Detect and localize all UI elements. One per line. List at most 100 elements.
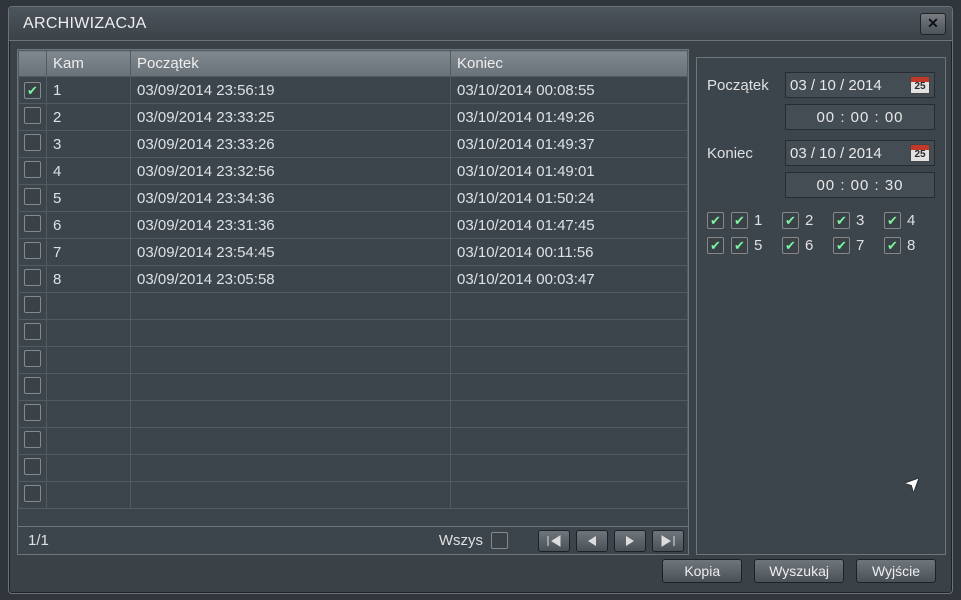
table-row[interactable]: 803/09/2014 23:05:5803/10/2014 00:03:47 (19, 266, 688, 293)
row-checkbox[interactable] (24, 269, 41, 286)
prev-page-button[interactable] (576, 530, 608, 552)
cell-kam: 6 (47, 212, 131, 239)
table-row-empty (19, 320, 688, 347)
row-checkbox[interactable] (24, 134, 41, 151)
row-checkbox[interactable] (24, 215, 41, 232)
start-date-value: 03 / 10 / 2014 (790, 77, 882, 94)
cell-start: 03/09/2014 23:31:36 (131, 212, 451, 239)
start-time-field[interactable]: 00 : 00 : 00 (785, 104, 935, 130)
channel-label: 6 (805, 237, 813, 254)
table-row-empty (19, 347, 688, 374)
channel-checkbox[interactable] (731, 237, 748, 254)
row-checkbox[interactable] (24, 485, 41, 502)
cell-end: 03/10/2014 01:49:26 (451, 104, 688, 131)
table-row[interactable]: 703/09/2014 23:54:4503/10/2014 00:11:56 (19, 239, 688, 266)
channel-label: 5 (754, 237, 762, 254)
channel-checkbox[interactable] (884, 237, 901, 254)
close-icon: ✕ (927, 15, 939, 32)
row-checkbox[interactable] (24, 404, 41, 421)
table-header-row: Kam Początek Koniec (19, 51, 688, 77)
cell-kam: 2 (47, 104, 131, 131)
select-all-label: Wszys (439, 532, 483, 549)
table-row-empty (19, 482, 688, 509)
cell-kam: 1 (47, 77, 131, 104)
window-body: Kam Początek Koniec 103/09/2014 23:56:19… (9, 41, 952, 593)
row-checkbox[interactable] (24, 161, 41, 178)
select-all-checkbox[interactable] (491, 532, 508, 549)
titlebar: ARCHIWIZACJA ✕ (9, 7, 952, 41)
table-footer: 1/1 Wszys (18, 526, 688, 554)
cell-end: 03/10/2014 00:08:55 (451, 77, 688, 104)
page-indicator: 1/1 (22, 532, 49, 549)
exit-button[interactable]: Wyjście (856, 559, 936, 583)
first-page-button[interactable] (538, 530, 570, 552)
channel-checkbox[interactable] (782, 237, 799, 254)
copy-button[interactable]: Kopia (662, 559, 742, 583)
channel-cell: 1 (731, 212, 782, 229)
table-row-empty (19, 293, 688, 320)
cell-start: 03/09/2014 23:32:56 (131, 158, 451, 185)
cell-kam: 5 (47, 185, 131, 212)
channel-label: 4 (907, 212, 915, 229)
row-checkbox[interactable] (24, 296, 41, 313)
row-checkbox[interactable] (24, 82, 41, 99)
row-checkbox[interactable] (24, 188, 41, 205)
table-row[interactable]: 603/09/2014 23:31:3603/10/2014 01:47:45 (19, 212, 688, 239)
table-row[interactable]: 303/09/2014 23:33:2603/10/2014 01:49:37 (19, 131, 688, 158)
table-row-empty (19, 374, 688, 401)
row-checkbox[interactable] (24, 431, 41, 448)
row-checkbox[interactable] (24, 242, 41, 259)
end-label: Koniec (707, 145, 785, 162)
channel-cell: 5 (731, 237, 782, 254)
calendar-icon[interactable]: 25 (910, 76, 930, 94)
channel-label: 3 (856, 212, 864, 229)
cell-end: 03/10/2014 01:49:37 (451, 131, 688, 158)
table-scroll: Kam Początek Koniec 103/09/2014 23:56:19… (18, 50, 688, 526)
channel-label: 8 (907, 237, 915, 254)
calendar-icon[interactable]: 25 (910, 144, 930, 162)
button-row: Kopia Wyszukaj Wyjście (662, 559, 936, 583)
channel-master-checkbox[interactable] (707, 237, 724, 254)
last-page-button[interactable] (652, 530, 684, 552)
start-date-field[interactable]: 03 / 10 / 2014 25 (785, 72, 935, 98)
header-kam[interactable]: Kam (47, 51, 131, 77)
channel-cell: 7 (833, 237, 884, 254)
row-checkbox[interactable] (24, 350, 41, 367)
table-row[interactable]: 503/09/2014 23:34:3603/10/2014 01:50:24 (19, 185, 688, 212)
channel-checkbox[interactable] (884, 212, 901, 229)
channel-label: 7 (856, 237, 864, 254)
header-start[interactable]: Początek (131, 51, 451, 77)
cell-kam: 3 (47, 131, 131, 158)
filter-panel: Początek 03 / 10 / 2014 25 00 : 00 : 00 … (696, 57, 946, 555)
next-page-button[interactable] (614, 530, 646, 552)
table-row[interactable]: 203/09/2014 23:33:2503/10/2014 01:49:26 (19, 104, 688, 131)
channel-master-checkbox[interactable] (707, 212, 724, 229)
search-button[interactable]: Wyszukaj (754, 559, 844, 583)
cell-start: 03/09/2014 23:33:26 (131, 131, 451, 158)
row-checkbox[interactable] (24, 377, 41, 394)
cell-start: 03/09/2014 23:33:25 (131, 104, 451, 131)
channel-checkbox[interactable] (731, 212, 748, 229)
channel-checkbox[interactable] (833, 237, 850, 254)
recordings-table: Kam Początek Koniec 103/09/2014 23:56:19… (18, 50, 688, 509)
row-checkbox[interactable] (24, 458, 41, 475)
table-row[interactable]: 403/09/2014 23:32:5603/10/2014 01:49:01 (19, 158, 688, 185)
channel-checkbox[interactable] (782, 212, 799, 229)
cell-start: 03/09/2014 23:05:58 (131, 266, 451, 293)
prev-page-icon (586, 535, 598, 547)
archive-window: ARCHIWIZACJA ✕ Kam Początek Koniec (8, 6, 953, 594)
row-checkbox[interactable] (24, 323, 41, 340)
cell-start: 03/09/2014 23:54:45 (131, 239, 451, 266)
close-button[interactable]: ✕ (920, 13, 946, 35)
end-date-field[interactable]: 03 / 10 / 2014 25 (785, 140, 935, 166)
last-page-icon (660, 535, 676, 547)
header-end[interactable]: Koniec (451, 51, 688, 77)
first-page-icon (546, 535, 562, 547)
channel-grid: 12345678 (707, 212, 935, 254)
channel-checkbox[interactable] (833, 212, 850, 229)
row-checkbox[interactable] (24, 107, 41, 124)
recordings-table-panel: Kam Początek Koniec 103/09/2014 23:56:19… (17, 49, 689, 555)
end-time-field[interactable]: 00 : 00 : 30 (785, 172, 935, 198)
table-row[interactable]: 103/09/2014 23:56:1903/10/2014 00:08:55 (19, 77, 688, 104)
channel-cell: 4 (884, 212, 935, 229)
